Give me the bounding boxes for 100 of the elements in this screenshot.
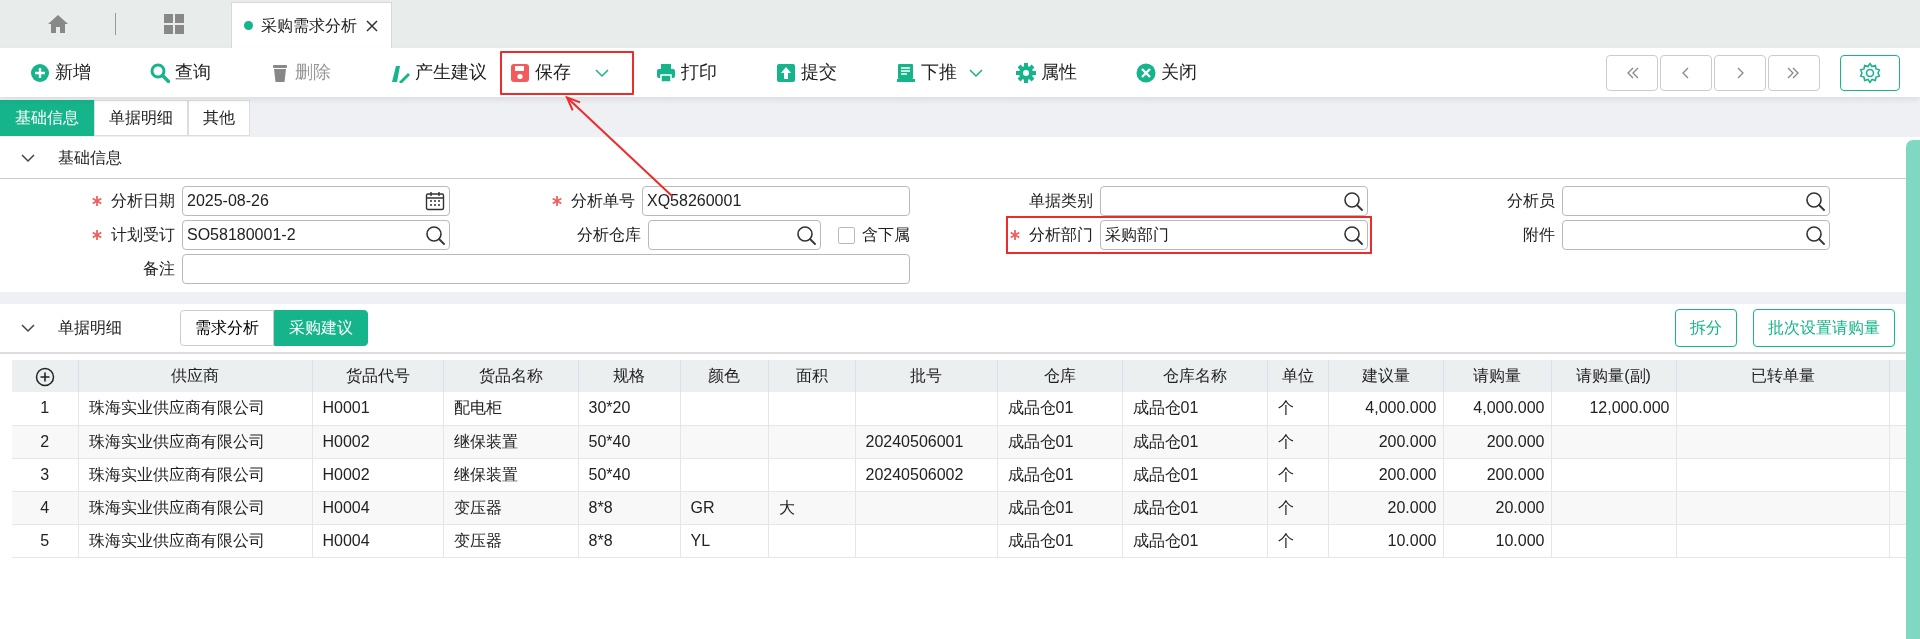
calendar-icon[interactable] bbox=[425, 191, 445, 211]
last-page-button[interactable] bbox=[1768, 54, 1820, 91]
column-header: 面积 bbox=[768, 360, 855, 392]
previous-button[interactable] bbox=[1660, 54, 1712, 91]
column-header: 仓库 bbox=[997, 360, 1122, 392]
table-cell: 20.000 bbox=[1443, 491, 1551, 524]
view-tab[interactable]: 需求分析 bbox=[180, 310, 274, 346]
search-icon bbox=[150, 62, 170, 83]
lookup-field[interactable]: SO58180001-2 bbox=[182, 220, 450, 250]
table-cell: 4,000.000 bbox=[1443, 392, 1551, 425]
close-icon[interactable] bbox=[365, 18, 379, 33]
section-title: 基础信息 bbox=[58, 147, 122, 168]
table-cell: 变压器 bbox=[443, 491, 578, 524]
settings-button[interactable] bbox=[1840, 54, 1900, 91]
table-cell: GR bbox=[680, 491, 768, 524]
grid-icon bbox=[163, 14, 184, 34]
table-cell: YL bbox=[680, 524, 768, 557]
table-cell: 变压器 bbox=[443, 524, 578, 557]
toolbar-button[interactable]: 属性 bbox=[1006, 50, 1126, 95]
table-cell: 8*8 bbox=[578, 524, 680, 557]
table-cell: 珠海实业供应商有限公司 bbox=[78, 392, 312, 425]
table-cell: 200.000 bbox=[1328, 458, 1443, 491]
active-dot-icon bbox=[244, 21, 253, 30]
column-header: 供应商 bbox=[78, 360, 312, 392]
section-tab[interactable]: 其他 bbox=[188, 100, 250, 136]
table-cell: 成品仓01 bbox=[1122, 524, 1267, 557]
checkbox-label: 含下属 bbox=[862, 225, 910, 245]
document-icon bbox=[896, 62, 916, 83]
toolbar-button[interactable]: 关闭 bbox=[1126, 50, 1246, 95]
table-cell: 成品仓01 bbox=[997, 392, 1122, 425]
table-cell: 继保装置 bbox=[443, 425, 578, 458]
table-cell: 成品仓01 bbox=[997, 491, 1122, 524]
toolbar-button[interactable]: 打印 bbox=[646, 50, 766, 95]
table-cell: 个 bbox=[1267, 491, 1328, 524]
toolbar-button[interactable]: 保存 bbox=[500, 50, 634, 95]
search-icon[interactable] bbox=[1343, 191, 1363, 211]
search-icon[interactable] bbox=[425, 225, 445, 245]
table-cell: 20240506001 bbox=[855, 425, 997, 458]
table-cell: 20240506002 bbox=[855, 458, 997, 491]
column-header: 货品名称 bbox=[443, 360, 578, 392]
table-cell: 2 bbox=[12, 425, 78, 458]
field-label: 分析仓库 bbox=[577, 225, 641, 245]
table-cell: 成品仓01 bbox=[1122, 392, 1267, 425]
column-header: 规格 bbox=[578, 360, 680, 392]
gear-icon bbox=[1016, 62, 1036, 83]
field-label: 单据类别 bbox=[1029, 191, 1093, 211]
date-field[interactable]: 2025-08-26 bbox=[182, 186, 450, 216]
lookup-field[interactable]: 采购部门 bbox=[1100, 220, 1368, 250]
search-icon[interactable] bbox=[1343, 225, 1363, 245]
search-icon[interactable] bbox=[1805, 191, 1825, 211]
add-row-icon[interactable] bbox=[34, 366, 55, 387]
toolbar-button[interactable]: 提交 bbox=[766, 50, 886, 95]
table-cell: 珠海实业供应商有限公司 bbox=[78, 458, 312, 491]
lookup-field[interactable] bbox=[648, 220, 821, 250]
table-cell: 珠海实业供应商有限公司 bbox=[78, 425, 312, 458]
printer-icon bbox=[656, 62, 676, 83]
column-header: 单位 bbox=[1267, 360, 1328, 392]
next-button[interactable] bbox=[1714, 54, 1766, 91]
table-cell: 继保装置 bbox=[443, 458, 578, 491]
field-label: 分析单号 bbox=[571, 191, 635, 211]
table-cell: 珠海实业供应商有限公司 bbox=[78, 524, 312, 557]
input-field[interactable]: XQ58260001 bbox=[642, 186, 910, 216]
toolbar-button[interactable]: 新增 bbox=[20, 50, 140, 95]
table-cell: 珠海实业供应商有限公司 bbox=[78, 491, 312, 524]
column-header: 批号 bbox=[855, 360, 997, 392]
document-tab[interactable]: 采购需求分析 bbox=[231, 2, 392, 48]
table-cell: 大 bbox=[768, 491, 855, 524]
lookup-field[interactable] bbox=[1562, 186, 1830, 216]
home-icon bbox=[46, 14, 69, 34]
toolbar-button[interactable]: 产生建议 bbox=[380, 50, 500, 95]
checkbox[interactable] bbox=[838, 226, 855, 244]
first-page-button[interactable] bbox=[1606, 54, 1658, 91]
lookup-field[interactable] bbox=[1562, 220, 1830, 250]
field-label: 计划受订 bbox=[111, 225, 175, 245]
scrollbar-thumb[interactable] bbox=[1906, 140, 1920, 639]
table-cell: 个 bbox=[1267, 458, 1328, 491]
table-cell: 30*20 bbox=[578, 392, 680, 425]
toolbar-button[interactable]: 下推 bbox=[886, 50, 1006, 95]
table-cell: 个 bbox=[1267, 524, 1328, 557]
table-cell: 10.000 bbox=[1443, 524, 1551, 557]
section-tab[interactable]: 单据明细 bbox=[94, 100, 188, 136]
table-cell: 成品仓01 bbox=[1122, 491, 1267, 524]
search-icon[interactable] bbox=[1805, 225, 1825, 245]
field-label: 分析部门 bbox=[1029, 225, 1093, 245]
table-cell: H0002 bbox=[312, 458, 443, 491]
column-header: 请购量 bbox=[1443, 360, 1551, 392]
lookup-field[interactable] bbox=[1100, 186, 1368, 216]
upload-icon bbox=[776, 62, 796, 83]
field-label: 分析员 bbox=[1507, 191, 1555, 211]
toolbar-button[interactable]: 查询 bbox=[140, 50, 260, 95]
input-field[interactable] bbox=[182, 254, 910, 284]
field-label: 分析日期 bbox=[111, 191, 175, 211]
table-cell: H0004 bbox=[312, 491, 443, 524]
table-cell: 200.000 bbox=[1443, 425, 1551, 458]
search-icon[interactable] bbox=[796, 225, 816, 245]
floppy-icon bbox=[510, 62, 530, 83]
table-cell: 10.000 bbox=[1328, 524, 1443, 557]
table-cell: 5 bbox=[12, 524, 78, 557]
table-cell: 50*40 bbox=[578, 425, 680, 458]
table-cell: 200.000 bbox=[1443, 458, 1551, 491]
